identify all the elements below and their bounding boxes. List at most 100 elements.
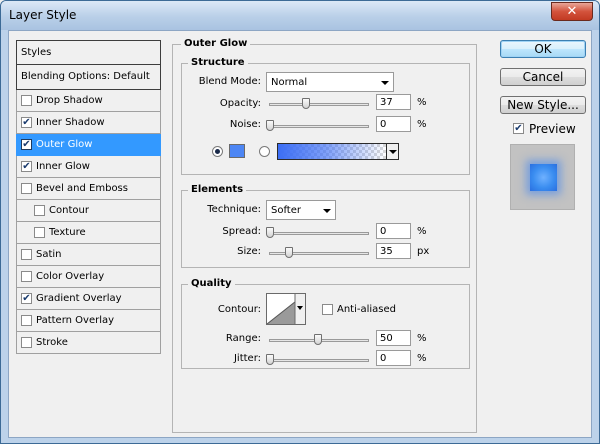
close-icon: ✕: [566, 4, 578, 19]
noise-label: Noise:: [229, 119, 261, 130]
blend-mode-value: Normal: [271, 77, 308, 88]
style-checkbox-texture[interactable]: [34, 227, 45, 238]
style-label: Inner Glow: [36, 161, 90, 172]
style-checkbox-bevel-and-emboss[interactable]: [21, 183, 32, 194]
style-row-gradient-overlay[interactable]: ✔ Gradient Overlay: [16, 288, 161, 310]
style-row-satin[interactable]: Satin: [16, 244, 161, 266]
structure-group: Structure Blend Mode: Normal Opacity: 37…: [181, 57, 470, 175]
opacity-slider[interactable]: [269, 103, 369, 106]
style-label: Pattern Overlay: [36, 315, 115, 326]
style-checkbox-drop-shadow[interactable]: [21, 95, 32, 106]
quality-group: Quality Contour: Anti-aliased Range: 50 …: [181, 278, 470, 369]
preview-label: Preview: [529, 122, 576, 136]
range-input[interactable]: 50: [376, 330, 411, 346]
style-row-outer-glow[interactable]: ✔ Outer Glow: [16, 134, 161, 156]
outer-glow-title: Outer Glow: [181, 38, 251, 49]
chevron-down-icon: [323, 209, 331, 213]
technique-value: Softer: [271, 205, 301, 216]
range-slider-thumb[interactable]: [314, 334, 322, 345]
style-row-drop-shadow[interactable]: Drop Shadow: [16, 90, 161, 112]
spread-unit: %: [417, 226, 427, 237]
technique-label: Technique:: [207, 204, 261, 215]
blend-mode-label: Blend Mode:: [198, 76, 261, 87]
preview-glow-square: [530, 164, 557, 191]
style-row-blending-options-default[interactable]: Blending Options: Default: [16, 65, 161, 90]
size-label: Size:: [237, 246, 261, 257]
style-label: Texture: [49, 227, 86, 238]
opacity-slider-thumb[interactable]: [302, 98, 310, 109]
style-checkbox-stroke[interactable]: [21, 337, 32, 348]
preview-checkbox[interactable]: ✔: [513, 123, 524, 134]
cancel-button[interactable]: Cancel: [500, 68, 586, 86]
spread-slider-thumb[interactable]: [266, 227, 274, 238]
style-label: Blending Options: Default: [21, 71, 150, 82]
elements-group: Elements Technique: Softer Spread: 0 % S…: [181, 184, 470, 268]
spread-slider[interactable]: [269, 232, 369, 235]
jitter-unit: %: [417, 353, 427, 364]
style-label: Bevel and Emboss: [36, 183, 128, 194]
gradient-radio[interactable]: [259, 146, 270, 157]
contour-picker[interactable]: [266, 293, 306, 325]
size-input[interactable]: 35: [376, 243, 411, 259]
solid-color-radio[interactable]: [212, 146, 223, 157]
range-label: Range:: [225, 333, 261, 344]
title-bar[interactable]: Layer Style ✕: [1, 1, 599, 30]
style-checkbox-satin[interactable]: [21, 249, 32, 260]
noise-slider[interactable]: [269, 125, 369, 128]
style-checkbox-inner-glow[interactable]: ✔: [21, 161, 32, 172]
layer-style-dialog: Layer Style ✕ Styles Blending Options: De…: [0, 0, 600, 444]
glow-gradient-picker[interactable]: [277, 143, 387, 160]
style-row-contour[interactable]: Contour: [16, 200, 161, 222]
style-label: Stroke: [36, 337, 68, 348]
range-unit: %: [417, 333, 427, 344]
style-checkbox-inner-shadow[interactable]: ✔: [21, 117, 32, 128]
close-button[interactable]: ✕: [551, 2, 593, 21]
contour-label: Contour:: [217, 304, 261, 315]
style-checkbox-outer-glow[interactable]: ✔: [21, 139, 32, 150]
size-slider[interactable]: [269, 252, 369, 255]
style-row-color-overlay[interactable]: Color Overlay: [16, 266, 161, 288]
ok-button[interactable]: OK: [500, 40, 586, 58]
spread-input[interactable]: 0: [376, 223, 411, 239]
noise-input[interactable]: 0: [376, 116, 411, 132]
gradient-dropdown-button[interactable]: [386, 143, 399, 160]
style-checkbox-contour[interactable]: [34, 205, 45, 216]
noise-unit: %: [417, 119, 427, 130]
style-checkbox-color-overlay[interactable]: [21, 271, 32, 282]
technique-select[interactable]: Softer: [266, 200, 336, 220]
jitter-label: Jitter:: [233, 353, 261, 364]
style-row-bevel-and-emboss[interactable]: Bevel and Emboss: [16, 178, 161, 200]
preview-thumbnail: [510, 144, 575, 210]
dialog-body: Styles Blending Options: Default Drop Shad…: [8, 30, 592, 438]
style-label: Contour: [49, 205, 89, 216]
opacity-unit: %: [417, 97, 427, 108]
blend-mode-select[interactable]: Normal: [266, 72, 394, 92]
jitter-slider-thumb[interactable]: [266, 354, 274, 365]
jitter-slider[interactable]: [269, 359, 369, 362]
style-label: Styles: [21, 47, 52, 58]
outer-glow-panel: Outer Glow Structure Blend Mode: Normal …: [172, 38, 477, 433]
style-label: Color Overlay: [36, 271, 105, 282]
opacity-label: Opacity:: [219, 98, 261, 109]
glow-color-swatch[interactable]: [229, 144, 245, 158]
size-slider-thumb[interactable]: [285, 247, 293, 258]
noise-slider-thumb[interactable]: [266, 120, 274, 131]
style-row-inner-shadow[interactable]: ✔ Inner Shadow: [16, 112, 161, 134]
opacity-input[interactable]: 37: [376, 94, 411, 110]
style-row-styles[interactable]: Styles: [16, 40, 161, 65]
style-row-pattern-overlay[interactable]: Pattern Overlay: [16, 310, 161, 332]
style-row-stroke[interactable]: Stroke: [16, 332, 161, 354]
window-title: Layer Style: [9, 8, 77, 22]
style-checkbox-pattern-overlay[interactable]: [21, 315, 32, 326]
style-row-texture[interactable]: Texture: [16, 222, 161, 244]
chevron-down-icon: [381, 81, 389, 85]
contour-curve-icon: [266, 293, 306, 325]
style-checkbox-gradient-overlay[interactable]: ✔: [21, 293, 32, 304]
anti-aliased-checkbox[interactable]: [322, 304, 333, 315]
jitter-input[interactable]: 0: [376, 350, 411, 366]
style-label: Inner Shadow: [36, 117, 105, 128]
style-label: Gradient Overlay: [36, 293, 122, 304]
new-style-button[interactable]: New Style...: [500, 96, 586, 114]
spread-label: Spread:: [222, 226, 261, 237]
style-row-inner-glow[interactable]: ✔ Inner Glow: [16, 156, 161, 178]
